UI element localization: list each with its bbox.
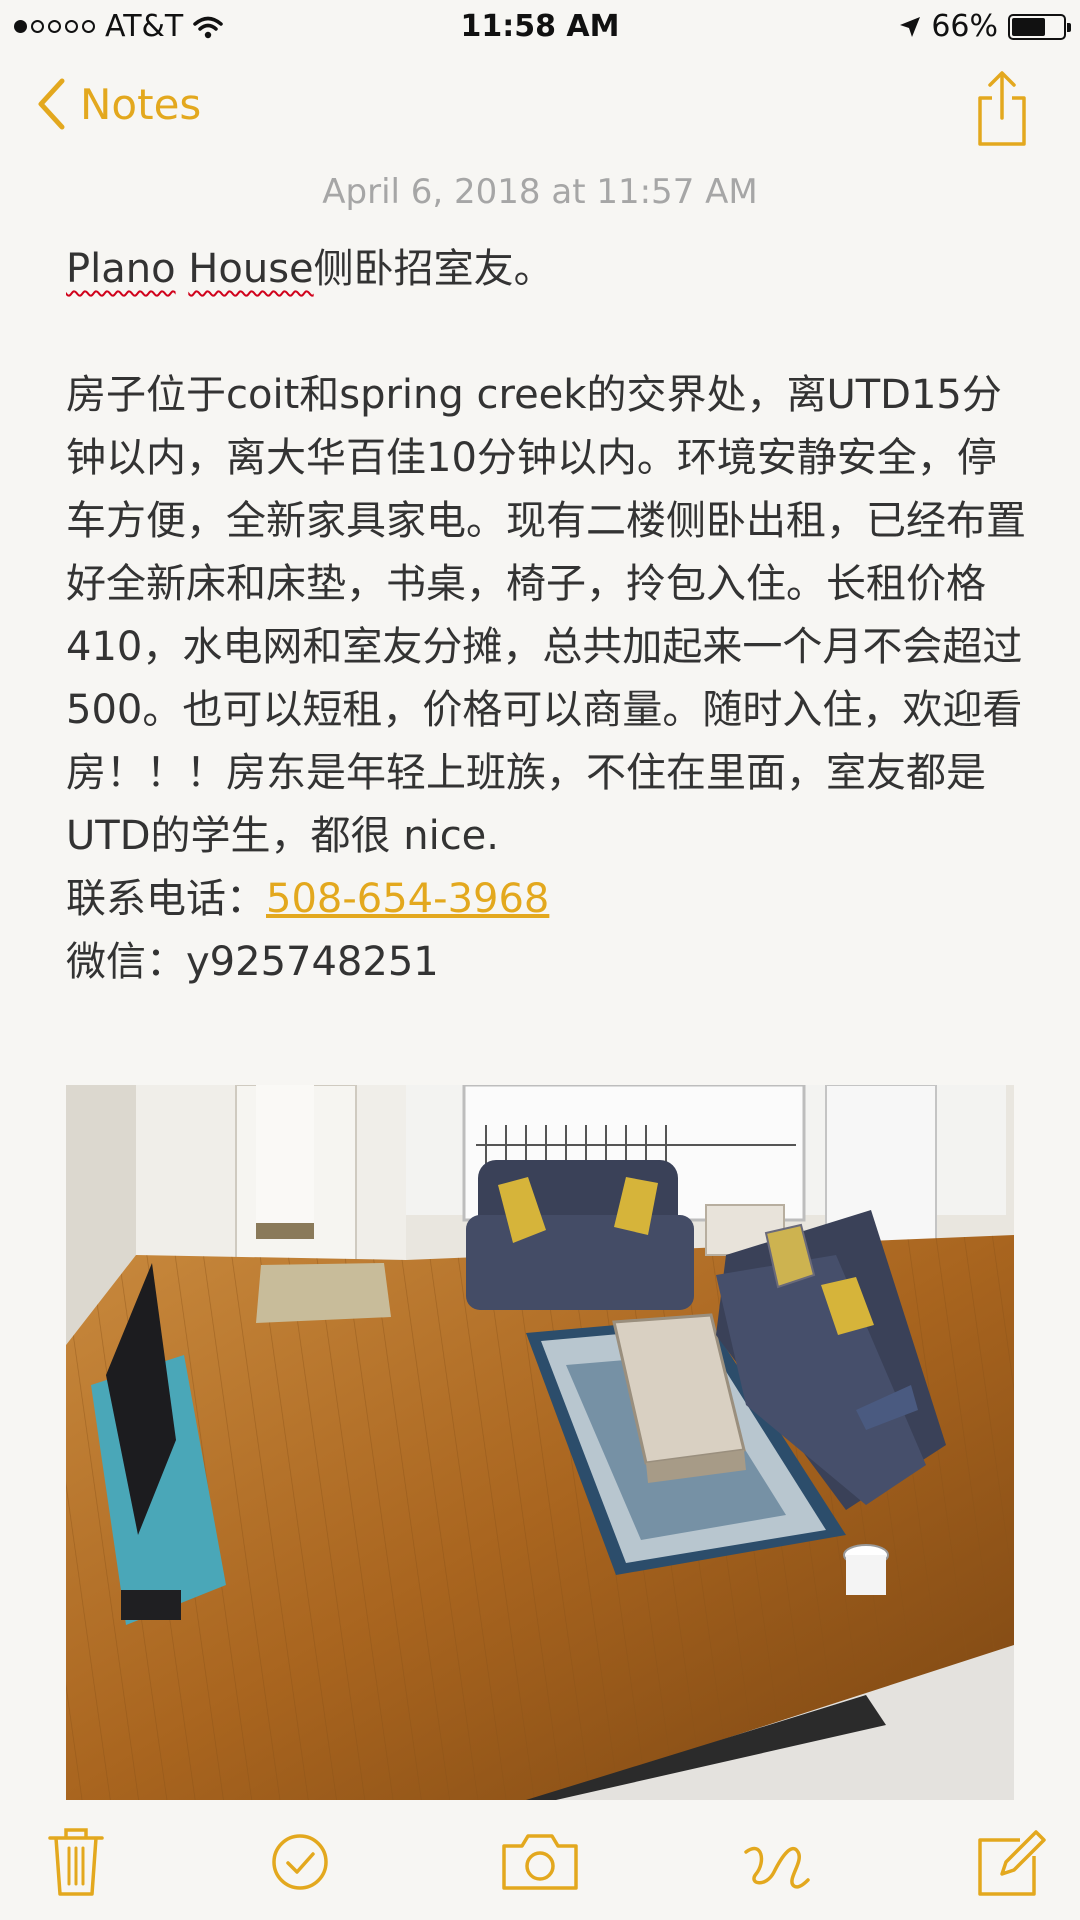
phone-line: 联系电话：508-654-3968 [66, 868, 1026, 931]
title-word-house: House [188, 246, 314, 292]
battery-level [1012, 17, 1045, 36]
back-label: Notes [80, 79, 202, 129]
wechat-id: y925748251 [186, 939, 439, 985]
battery-percent: 66% [931, 9, 998, 44]
checklist-icon [272, 1834, 328, 1890]
bottom-toolbar [0, 1822, 1080, 1920]
wechat-label: 微信： [66, 939, 186, 985]
phone-label: 联系电话： [66, 876, 266, 922]
trash-icon [48, 1828, 104, 1896]
sketch-button[interactable] [736, 1822, 816, 1902]
chevron-left-icon [38, 78, 65, 130]
title-rest: 侧卧招室友。 [313, 246, 554, 292]
checklist-button[interactable] [260, 1822, 340, 1902]
status-right: 66% [899, 9, 1071, 44]
sketch-icon [744, 1846, 810, 1889]
note-title: Plano House侧卧招室友。 [66, 238, 1026, 301]
camera-icon [502, 1834, 578, 1890]
share-icon [978, 71, 1026, 146]
phone-number-link[interactable]: 508-654-3968 [266, 876, 549, 922]
share-button[interactable] [970, 68, 1034, 148]
compose-icon [978, 1830, 1046, 1896]
note-date: April 6, 2018 at 11:57 AM [322, 172, 758, 212]
compose-button[interactable] [972, 1822, 1052, 1902]
battery-icon [1008, 13, 1071, 40]
camera-button[interactable] [498, 1822, 582, 1902]
status-bar: AT&T 11:58 AM 66% [0, 0, 1080, 54]
back-button[interactable]: Notes [36, 78, 201, 130]
location-arrow-icon [900, 16, 921, 37]
delete-button[interactable] [36, 1822, 116, 1902]
wechat-line: 微信：y925748251 [66, 931, 1026, 994]
living-room-photo [66, 1085, 1014, 1800]
nav-bar: Notes [0, 60, 1080, 156]
title-word-plano: Plano [66, 246, 176, 292]
note-body[interactable]: Plano House侧卧招室友。 房子位于coit和spring creek的… [66, 238, 1026, 994]
note-photo-attachment[interactable] [66, 1085, 1014, 1800]
note-paragraph: 房子位于coit和spring creek的交界处，离UTD15分钟以内，离大华… [66, 372, 1026, 859]
